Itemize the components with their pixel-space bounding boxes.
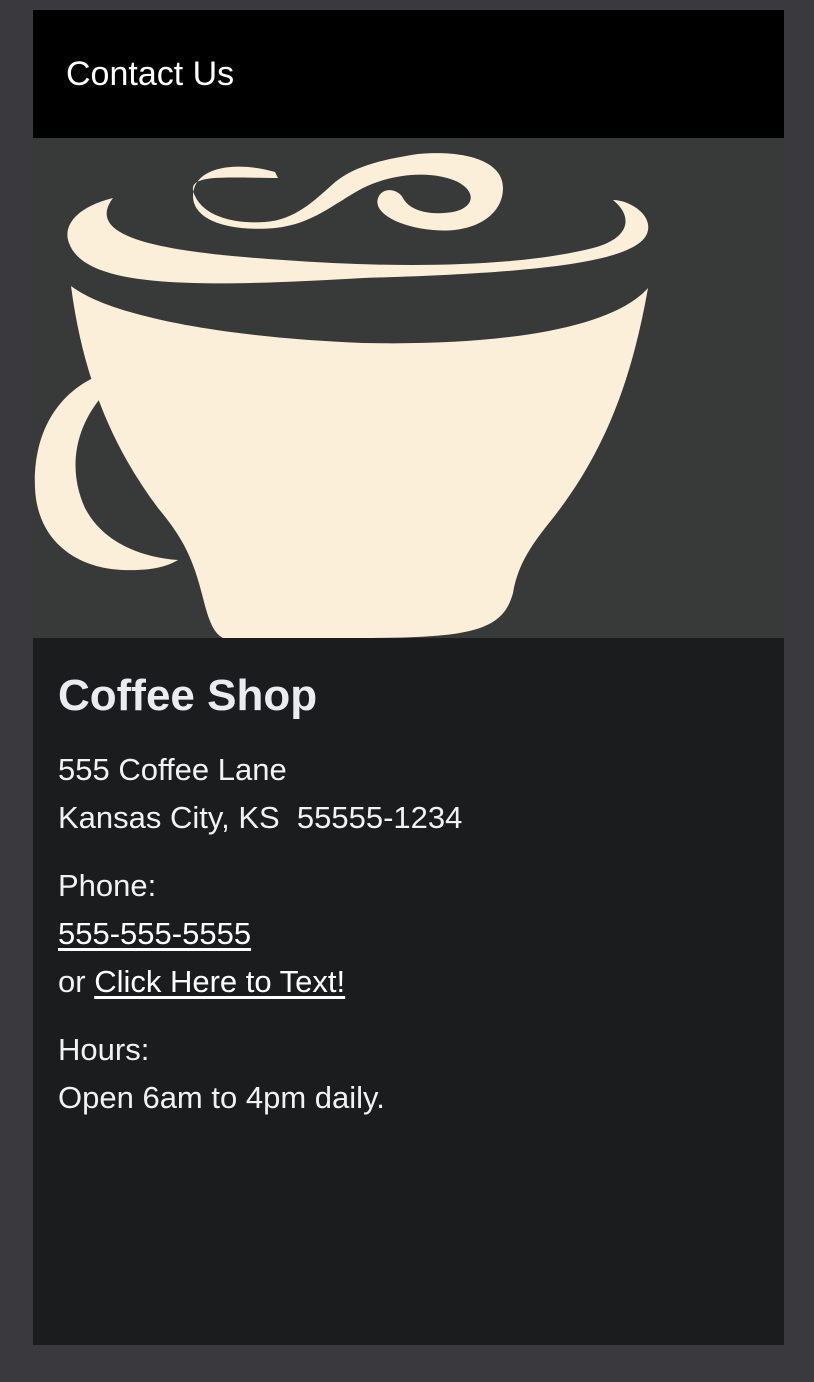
phone-link[interactable]: 555-555-5555 bbox=[58, 916, 251, 951]
contact-page: Contact Us Coffee Shop 555 Coffee Lane K… bbox=[33, 10, 784, 1345]
address-block: 555 Coffee Lane Kansas City, KS 55555-12… bbox=[58, 746, 759, 842]
text-line: or Click Here to Text! bbox=[58, 958, 759, 1006]
phone-label: Phone: bbox=[58, 868, 157, 903]
address-line-2: Kansas City, KS 55555-1234 bbox=[58, 800, 463, 835]
text-us-link[interactable]: Click Here to Text! bbox=[94, 964, 345, 999]
shop-name: Coffee Shop bbox=[58, 671, 318, 720]
page-header: Contact Us bbox=[33, 10, 784, 138]
address-line-1: 555 Coffee Lane bbox=[58, 752, 287, 787]
hours-value: Open 6am to 4pm daily. bbox=[58, 1080, 385, 1115]
phone-block: Phone: 555-555-5555 or Click Here to Tex… bbox=[58, 862, 759, 1006]
hours-block: Hours: Open 6am to 4pm daily. bbox=[58, 1026, 759, 1122]
or-text: or bbox=[58, 964, 95, 999]
hero-image bbox=[33, 138, 784, 638]
phone-line: 555-555-5555 bbox=[58, 910, 759, 958]
coffee-cup-icon bbox=[34, 153, 649, 638]
page-title: Contact Us bbox=[66, 54, 235, 93]
contact-details: Coffee Shop 555 Coffee Lane Kansas City,… bbox=[33, 638, 784, 1122]
hours-label: Hours: bbox=[58, 1032, 150, 1067]
